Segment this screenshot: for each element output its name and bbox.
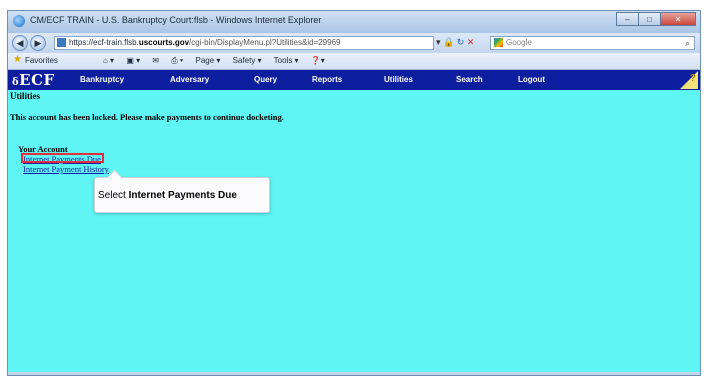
tools-menu[interactable]: Tools ▾ bbox=[274, 56, 299, 65]
refresh-icon[interactable]: ↻ bbox=[457, 37, 465, 47]
callout-prefix: Select bbox=[98, 190, 129, 201]
address-input[interactable]: https://ecf-train.flsb.uscourts.gov/cgi-… bbox=[54, 36, 434, 50]
page-title: Utilities bbox=[10, 91, 40, 101]
menu-query[interactable]: Query bbox=[254, 75, 277, 84]
window-controls: – □ ✕ bbox=[616, 12, 696, 26]
url-prefix: https://ecf-train.flsb. bbox=[69, 38, 139, 47]
favorites-bar: ★ Favorites ⌂ ▾ ▣ ▾ ✉ ⎙ ▾ Page ▾ Safety … bbox=[8, 53, 700, 70]
menu-bankruptcy[interactable]: Bankruptcy bbox=[80, 75, 124, 84]
callout-text: Select Internet Payments Due bbox=[98, 190, 237, 201]
command-bar: ⌂ ▾ ▣ ▾ ✉ ⎙ ▾ Page ▾ Safety ▾ Tools ▾ ❓▾ bbox=[103, 56, 335, 66]
close-button[interactable]: ✕ bbox=[660, 12, 696, 26]
favorites-star-icon[interactable]: ★ bbox=[13, 54, 22, 65]
print-icon[interactable]: ⎙ ▾ bbox=[171, 56, 183, 65]
url-domain: uscourts.gov bbox=[138, 38, 190, 47]
url-suffix: /cgi-bin/DisplayMenu.pl?Utilities&id=299… bbox=[189, 38, 341, 47]
search-icon[interactable]: ⌕ bbox=[685, 37, 690, 49]
callout-pointer bbox=[106, 169, 123, 186]
stop-icon[interactable]: ✕ bbox=[467, 37, 475, 47]
address-row: ◀ ▶ https://ecf-train.flsb.uscourts.gov/… bbox=[8, 33, 700, 53]
safety-menu[interactable]: Safety ▾ bbox=[233, 56, 262, 65]
account-locked-message: This account has been locked. Please mak… bbox=[10, 112, 284, 122]
menu-adversary[interactable]: Adversary bbox=[170, 75, 209, 84]
page-menu[interactable]: Page ▾ bbox=[196, 56, 221, 65]
status-bar bbox=[8, 372, 700, 375]
highlight-box bbox=[21, 153, 104, 163]
menu-logout[interactable]: Logout bbox=[518, 75, 545, 84]
ie-logo-icon bbox=[13, 15, 25, 27]
site-favicon-icon bbox=[57, 38, 66, 47]
title-bar: CM/ECF TRAIN - U.S. Bankruptcy Court:fls… bbox=[8, 11, 700, 33]
feeds-icon[interactable]: ▣ ▾ bbox=[126, 56, 140, 65]
maximize-button[interactable]: □ bbox=[638, 12, 660, 26]
internet-payment-history-link[interactable]: Internet Payment History bbox=[23, 164, 109, 174]
callout-target: Internet Payments Due bbox=[128, 190, 237, 201]
menu-reports[interactable]: Reports bbox=[312, 75, 342, 84]
google-icon bbox=[494, 38, 503, 47]
help-menu-icon[interactable]: ❓▾ bbox=[311, 56, 325, 65]
browser-window: CM/ECF TRAIN - U.S. Bankruptcy Court:fls… bbox=[7, 10, 701, 376]
lock-icon[interactable]: 🔒 bbox=[443, 37, 454, 47]
forward-button[interactable]: ▶ bbox=[30, 35, 46, 51]
search-input[interactable]: Google ⌕ bbox=[490, 36, 695, 50]
menu-utilities[interactable]: Utilities bbox=[384, 75, 413, 84]
window-title: CM/ECF TRAIN - U.S. Bankruptcy Court:fls… bbox=[30, 15, 322, 25]
dropdown-arrow-icon[interactable]: ▾ bbox=[436, 37, 441, 47]
ecf-logo: δECF bbox=[12, 71, 55, 89]
page-content: Utilities This account has been locked. … bbox=[8, 90, 700, 375]
search-placeholder: Google bbox=[506, 38, 532, 47]
ecf-logo-text: ECF bbox=[19, 71, 55, 89]
mail-icon[interactable]: ✉ bbox=[152, 56, 159, 65]
favorites-button[interactable]: Favorites bbox=[25, 56, 58, 65]
ecf-menu-bar: δECF Bankruptcy Adversary Query Reports … bbox=[8, 70, 700, 90]
minimize-button[interactable]: – bbox=[616, 12, 638, 26]
home-icon[interactable]: ⌂ ▾ bbox=[103, 56, 114, 65]
back-button[interactable]: ◀ bbox=[12, 35, 28, 51]
instruction-callout: Select Internet Payments Due bbox=[94, 169, 270, 213]
menu-search[interactable]: Search bbox=[456, 75, 483, 84]
address-actions: ▾ 🔒 ↻ ✕ bbox=[436, 37, 474, 48]
help-question-icon[interactable]: ? bbox=[690, 73, 696, 84]
